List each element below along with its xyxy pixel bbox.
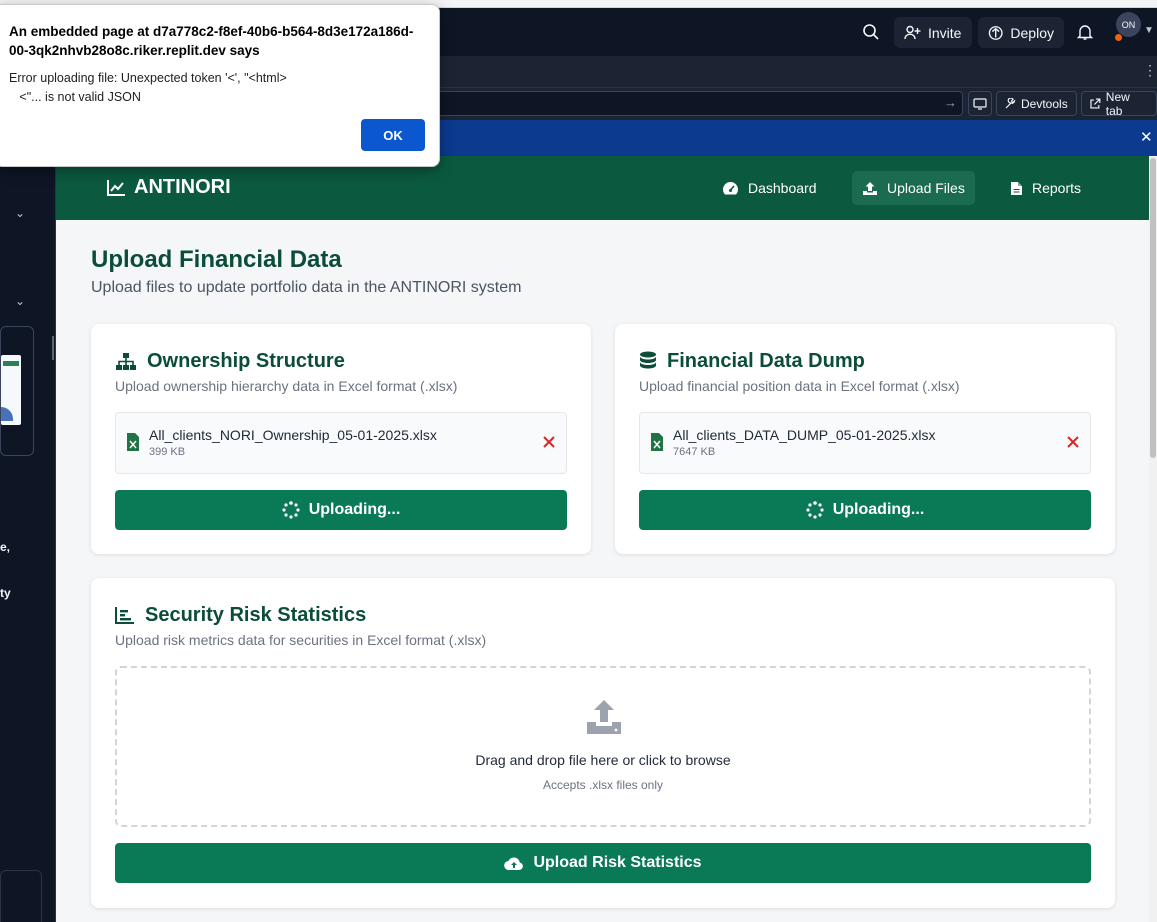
preview-card[interactable] bbox=[0, 326, 34, 456]
gauge-icon bbox=[723, 181, 738, 194]
chevron-down-icon[interactable]: ⌄ bbox=[15, 294, 25, 308]
remove-file-icon[interactable] bbox=[1066, 435, 1080, 449]
button-label: Upload Risk Statistics bbox=[533, 854, 702, 871]
risk-card: Security Risk Statistics Upload risk met… bbox=[91, 578, 1115, 908]
avatar-initials: ON bbox=[1121, 19, 1136, 30]
app-viewport: ANTINORI Dashboard Upload Files Reports … bbox=[56, 156, 1149, 922]
deploy-label: Deploy bbox=[1010, 24, 1054, 41]
external-link-icon bbox=[1090, 98, 1101, 109]
card-title-text: Security Risk Statistics bbox=[145, 604, 367, 626]
database-icon bbox=[640, 351, 656, 369]
sitemap-icon bbox=[116, 352, 136, 370]
uploading-button[interactable]: Uploading... bbox=[639, 490, 1091, 530]
scrollbar[interactable] bbox=[1149, 156, 1157, 922]
wrench-icon bbox=[1005, 97, 1016, 108]
nav-label: Reports bbox=[1032, 180, 1082, 196]
sidebar-bottom-card[interactable] bbox=[0, 870, 42, 922]
preview-thumbnail bbox=[1, 355, 21, 425]
sidebar-fragment: ty bbox=[0, 586, 11, 600]
file-size: 7647 KB bbox=[673, 446, 716, 458]
excel-file-icon bbox=[651, 433, 663, 451]
nav-dashboard[interactable]: Dashboard bbox=[712, 171, 827, 205]
button-label: Uploading... bbox=[308, 501, 401, 518]
file-name: All_clients_NORI_Ownership_05-01-2025.xl… bbox=[149, 427, 437, 443]
card-subtitle: Upload ownership hierarchy data in Excel… bbox=[115, 378, 458, 394]
brand[interactable]: ANTINORI bbox=[106, 176, 231, 199]
line-chart-icon bbox=[107, 179, 125, 196]
nav-upload-files[interactable]: Upload Files bbox=[852, 171, 975, 205]
upload-icon bbox=[587, 700, 621, 734]
card-title: Security Risk Statistics bbox=[115, 604, 366, 627]
financial-card: Financial Data Dump Upload financial pos… bbox=[615, 324, 1115, 554]
chevron-down-icon[interactable]: ⌄ bbox=[15, 206, 25, 220]
card-title-text: Financial Data Dump bbox=[667, 350, 865, 372]
dropzone-subtext: Accepts .xlsx files only bbox=[542, 778, 664, 792]
file-size: 399 KB bbox=[149, 446, 186, 458]
card-title: Ownership Structure bbox=[115, 350, 345, 373]
nav-reports[interactable]: Reports bbox=[1000, 171, 1091, 205]
file-icon bbox=[1011, 181, 1022, 195]
selected-file: All_clients_NORI_Ownership_05-01-2025.xl… bbox=[115, 412, 567, 474]
ownership-card: Ownership Structure Upload ownership hie… bbox=[91, 324, 591, 554]
close-icon[interactable]: ✕ bbox=[1140, 128, 1153, 146]
card-subtitle: Upload risk metrics data for securities … bbox=[115, 632, 487, 648]
bell-icon[interactable] bbox=[1076, 23, 1094, 41]
selected-file: All_clients_DATA_DUMP_05-01-2025.xlsx 76… bbox=[639, 412, 1091, 474]
sidebar-fragment: e, bbox=[0, 540, 11, 554]
invite-button[interactable]: Invite bbox=[894, 17, 972, 48]
monitor-icon bbox=[973, 97, 987, 110]
page-title: Upload Financial Data bbox=[91, 246, 342, 273]
resize-handle[interactable] bbox=[52, 336, 54, 360]
page-subtitle: Upload files to update portfolio data in… bbox=[91, 279, 522, 296]
dialog-message: Error uploading file: Unexpected token '… bbox=[9, 71, 287, 104]
invite-label: Invite bbox=[928, 24, 962, 41]
deploy-button[interactable]: Deploy bbox=[978, 17, 1064, 48]
chevron-down-icon[interactable]: ▼ bbox=[1144, 25, 1154, 36]
devtools-label: Devtools bbox=[1021, 96, 1068, 111]
spinner-icon bbox=[806, 501, 824, 519]
dropzone-text: Drag and drop file here or click to brow… bbox=[475, 752, 731, 768]
uploading-button[interactable]: Uploading... bbox=[115, 490, 567, 530]
deploy-icon bbox=[988, 25, 1003, 40]
more-icon[interactable]: ⋮ bbox=[1143, 62, 1157, 79]
spinner-icon bbox=[282, 501, 300, 519]
file-name: All_clients_DATA_DUMP_05-01-2025.xlsx bbox=[673, 427, 936, 443]
button-label: Uploading... bbox=[832, 501, 925, 518]
status-dot bbox=[1114, 33, 1123, 42]
bar-chart-icon bbox=[115, 607, 134, 624]
cloud-upload-icon bbox=[504, 856, 524, 870]
dialog-title: An embedded page at d7a778c2-f8ef-40b6-b… bbox=[9, 24, 414, 58]
add-user-icon bbox=[904, 25, 921, 40]
alert-dialog: An embedded page at d7a778c2-f8ef-40b6-b… bbox=[0, 4, 440, 167]
scrollbar-thumb[interactable] bbox=[1150, 158, 1156, 458]
card-title: Financial Data Dump bbox=[639, 350, 865, 373]
new-tab-button[interactable]: New tab bbox=[1081, 89, 1157, 118]
file-dropzone[interactable]: Drag and drop file here or click to brow… bbox=[115, 666, 1091, 827]
nav-label: Upload Files bbox=[887, 180, 965, 196]
new-tab-label: New tab bbox=[1105, 89, 1130, 118]
left-sidebar: ⌄ ⌄ e, ty bbox=[0, 156, 56, 922]
arrow-right-icon[interactable]: → bbox=[944, 95, 957, 110]
devtools-button[interactable]: Devtools bbox=[996, 91, 1077, 116]
nav-label: Dashboard bbox=[748, 180, 817, 196]
remove-file-icon[interactable] bbox=[542, 435, 556, 449]
search-icon[interactable] bbox=[862, 23, 880, 41]
upload-risk-button[interactable]: Upload Risk Statistics bbox=[115, 843, 1091, 883]
brand-name: ANTINORI bbox=[134, 176, 231, 198]
excel-file-icon bbox=[127, 433, 139, 451]
device-toggle-button[interactable] bbox=[968, 91, 992, 116]
card-subtitle: Upload financial position data in Excel … bbox=[639, 378, 960, 394]
upload-icon bbox=[863, 181, 877, 195]
ok-button[interactable]: OK bbox=[361, 119, 425, 151]
card-title-text: Ownership Structure bbox=[147, 350, 345, 372]
